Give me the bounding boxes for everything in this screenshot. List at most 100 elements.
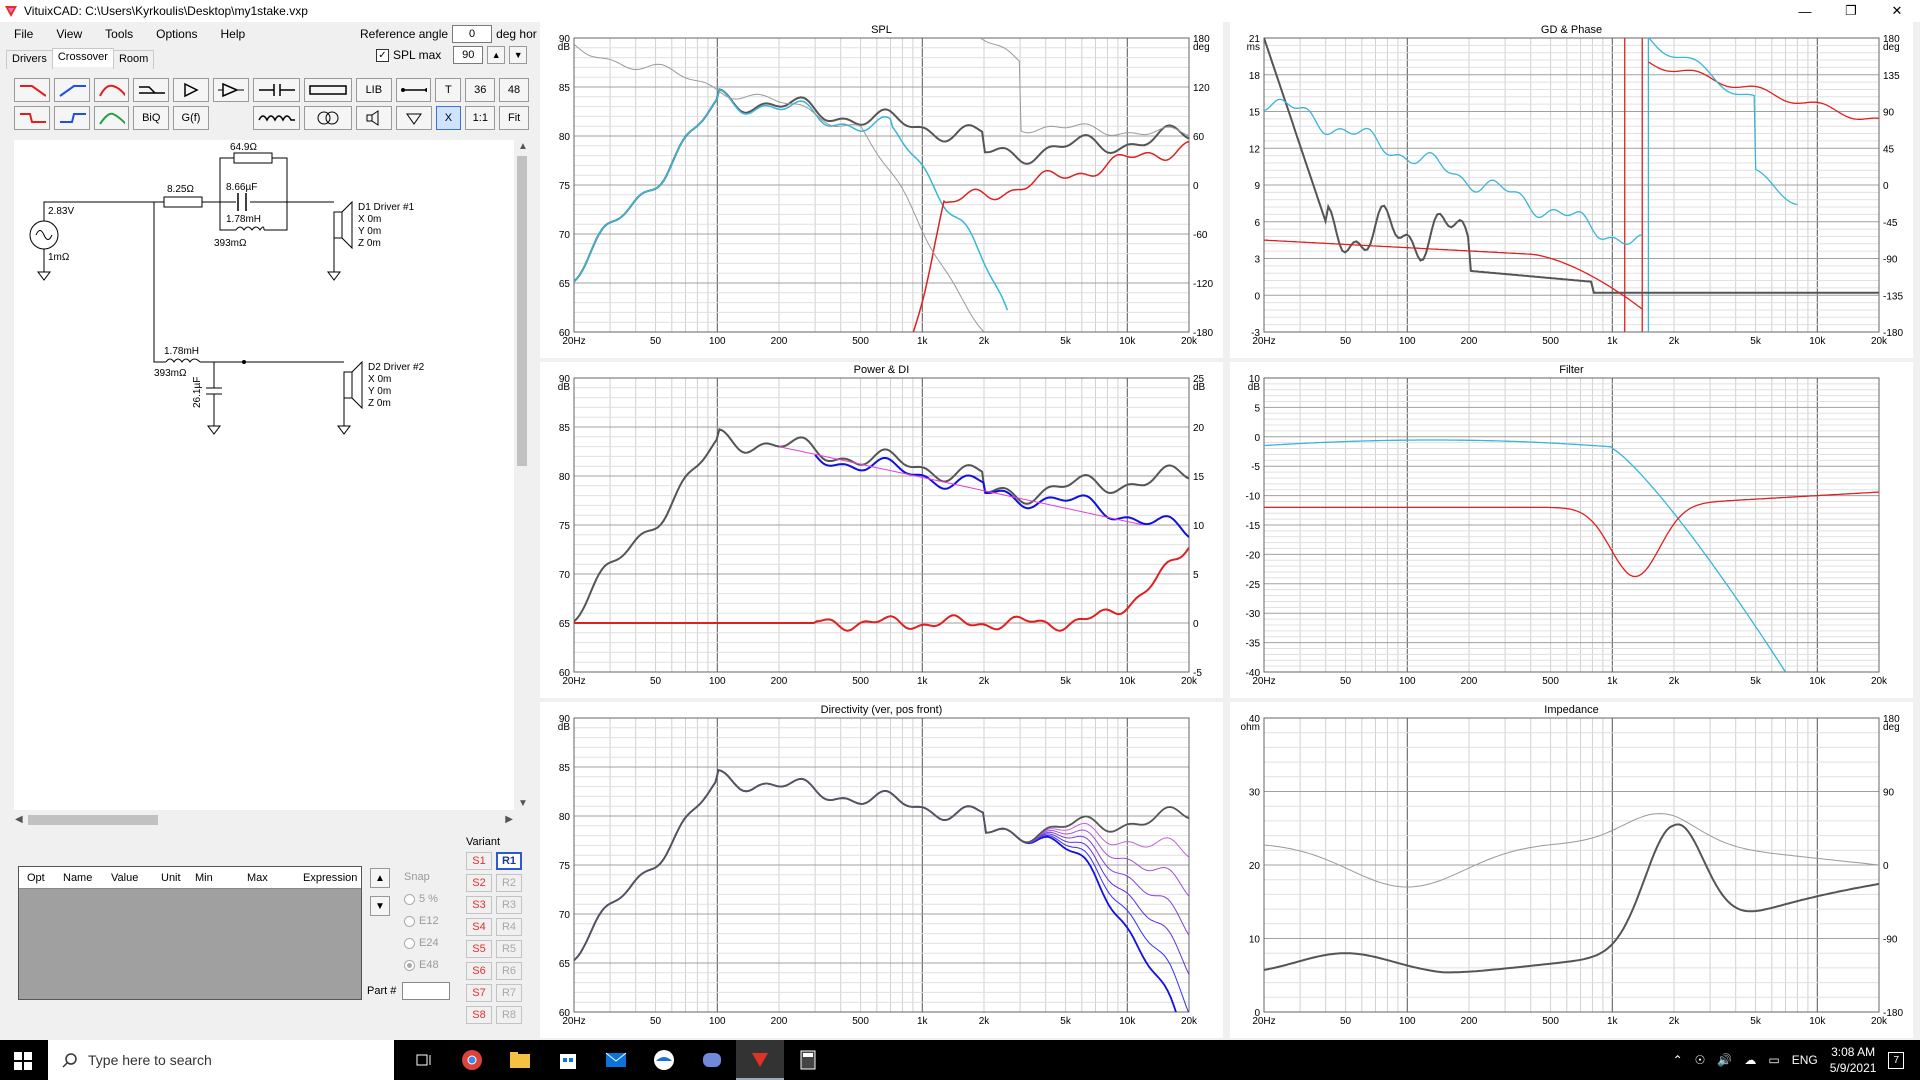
discord-icon[interactable] [688, 1040, 736, 1080]
close-button[interactable]: ✕ [1874, 0, 1920, 22]
tray-volume-icon[interactable]: 🔊 [1717, 1053, 1732, 1067]
tray-language[interactable]: ENG [1792, 1053, 1818, 1067]
store-icon[interactable] [544, 1040, 592, 1080]
zoom-48-button[interactable]: 48 [499, 78, 529, 102]
ground-button[interactable] [395, 106, 432, 130]
menu-file[interactable]: File [0, 27, 42, 41]
menu-view[interactable]: View [42, 27, 91, 41]
plot-gd-phase[interactable]: GD & Phase 21 18 15 12 9 6 3 0 -3 ms 180 135 90 45 0 -45… [1230, 22, 1913, 358]
resistor-button[interactable] [304, 78, 352, 102]
snap-5-radio[interactable] [404, 893, 415, 905]
variant-s8-button[interactable]: S8 [466, 1006, 492, 1024]
variant-s7-button[interactable]: S7 [466, 984, 492, 1002]
reference-angle-input[interactable]: 0 [452, 25, 493, 43]
menu-options[interactable]: Options [142, 27, 206, 41]
schematic-vertical-scrollbar[interactable]: ▲ ▼ [514, 140, 530, 810]
driver-2-icon[interactable] [343, 371, 353, 399]
variant-s6-button[interactable]: S6 [466, 962, 492, 980]
variant-r8-button[interactable]: R8 [496, 1006, 522, 1024]
zoom-1to1-button[interactable]: 1:1 [465, 106, 496, 130]
move-down-button[interactable]: ▼ [370, 896, 390, 916]
variant-r5-button[interactable]: R5 [496, 940, 522, 958]
plot-power-di[interactable]: Power & DI 90 85 80 75 70 65 60 dB 25 20 15 10 5 0 -5 dB… [540, 362, 1223, 698]
tray-network-icon[interactable]: ☉ [1695, 1053, 1706, 1067]
capacitor-button[interactable] [252, 78, 301, 102]
variant-s2-button[interactable]: S2 [466, 874, 492, 892]
spl-fit-button[interactable]: ▼ [509, 46, 528, 64]
variant-r6-button[interactable]: R6 [496, 962, 522, 980]
taskbar-search[interactable]: Type here to search [48, 1040, 394, 1080]
snap-e48-radio[interactable] [404, 959, 415, 971]
variant-r1-button[interactable]: R1 [496, 852, 522, 870]
plot-spl[interactable]: SPL 90 85 80 75 70 65 60 dB 180 120 60 0 -60 -120 -180 d… [540, 22, 1223, 358]
menu-tools[interactable]: Tools [91, 27, 142, 41]
move-up-button[interactable]: ▲ [370, 868, 390, 888]
windows-start-icon[interactable] [14, 1052, 32, 1070]
gain-function-button[interactable]: G(f) [173, 106, 209, 130]
highpass-blue-2-button[interactable] [53, 106, 90, 130]
resistor-8-25[interactable] [163, 196, 203, 208]
tray-chevron-icon[interactable]: ⌃ [1673, 1053, 1683, 1067]
text-button[interactable]: T [435, 78, 462, 102]
tray-monitor-icon[interactable]: ▭ [1768, 1053, 1779, 1067]
notification-icon[interactable]: 7 [1888, 1051, 1904, 1069]
variant-s5-button[interactable]: S5 [466, 940, 492, 958]
lowpass-red-2-button[interactable] [14, 106, 50, 130]
crossover-schematic[interactable]: 2.83V 1mΩ 8.25Ω 64.9Ω 8.66µF 1.78mH 393m… [14, 140, 519, 810]
capacitor-26-1[interactable] [206, 362, 222, 426]
snap-e24-radio[interactable] [404, 937, 415, 949]
x-toggle-button[interactable]: X [435, 106, 462, 130]
part-input[interactable] [402, 982, 451, 1000]
spl-max-input[interactable]: 90 [453, 46, 484, 64]
tab-room[interactable]: Room [112, 50, 155, 69]
minimize-button[interactable]: — [1782, 0, 1828, 22]
wire-button[interactable] [395, 78, 432, 102]
biquad-button[interactable]: BiQ [133, 106, 170, 130]
plot-directivity-ver-pos-front[interactable]: Directivity (ver, pos front) 90 85 80 75 70 65… [540, 702, 1223, 1038]
chrome-icon[interactable] [448, 1040, 496, 1080]
plot-impedance[interactable]: Impedance 40 30 20 10 0 ohm 180 90 0 -90 -180 deg 20H… [1230, 702, 1913, 1038]
variant-r7-button[interactable]: R7 [496, 984, 522, 1002]
menu-help[interactable]: Help [207, 27, 255, 41]
highpass-blue-button[interactable] [53, 78, 90, 102]
tab-crossover[interactable]: Crossover [51, 48, 114, 67]
spl-max-checkbox[interactable]: ✓ [376, 48, 389, 62]
variant-s4-button[interactable]: S4 [466, 918, 492, 936]
calculator-icon[interactable] [784, 1040, 832, 1080]
file-explorer-icon[interactable] [496, 1040, 544, 1080]
inductor-2[interactable] [165, 358, 201, 363]
schematic-horizontal-scrollbar[interactable]: ◀ ▶ [14, 812, 514, 828]
driver-1-icon[interactable] [333, 211, 343, 239]
vituixcad-taskbar-icon[interactable] [736, 1040, 784, 1080]
spl-up-down-button[interactable]: ▲ [487, 46, 506, 64]
zoom-fit-button[interactable]: Fit [499, 106, 530, 130]
mail-icon[interactable] [592, 1040, 640, 1080]
bandpass-green-button[interactable] [93, 106, 130, 130]
maximize-button[interactable]: ❐ [1828, 0, 1874, 22]
tray-cloud-icon[interactable]: ☁ [1744, 1053, 1756, 1067]
transformer-button[interactable] [304, 106, 352, 130]
shelf-button[interactable] [133, 78, 170, 102]
zoom-36-button[interactable]: 36 [465, 78, 496, 102]
bandpass-red-button[interactable] [93, 78, 130, 102]
tab-drivers[interactable]: Drivers [6, 50, 53, 69]
variant-r2-button[interactable]: R2 [496, 874, 522, 892]
library-button[interactable]: LIB [355, 78, 392, 102]
inductor-button[interactable] [252, 106, 301, 130]
lowpass-red-button[interactable] [14, 78, 50, 102]
opamp-button[interactable] [212, 78, 249, 102]
variant-s3-button[interactable]: S3 [466, 896, 492, 914]
plot-filter[interactable]: Filter 10 5 0 -5 -10 -15 -20 -25 -30 -35 -40 dB 20Hz 5… [1230, 362, 1913, 698]
driver-button[interactable] [355, 106, 392, 130]
buffer-button[interactable] [173, 78, 209, 102]
app-icon-blue[interactable] [640, 1040, 688, 1080]
task-view-icon[interactable] [400, 1040, 448, 1080]
resistor-64-9[interactable] [233, 152, 273, 164]
variant-r4-button[interactable]: R4 [496, 918, 522, 936]
parameter-table[interactable]: Opt Name Value Unit Min Max Expression [18, 866, 362, 1000]
snap-e12-radio[interactable] [404, 915, 415, 927]
variant-s1-button[interactable]: S1 [466, 852, 492, 870]
clock[interactable]: 3:08 AM 5/9/2021 [1830, 1044, 1877, 1076]
inductor-1-78[interactable] [235, 226, 265, 231]
variant-r3-button[interactable]: R3 [496, 896, 522, 914]
